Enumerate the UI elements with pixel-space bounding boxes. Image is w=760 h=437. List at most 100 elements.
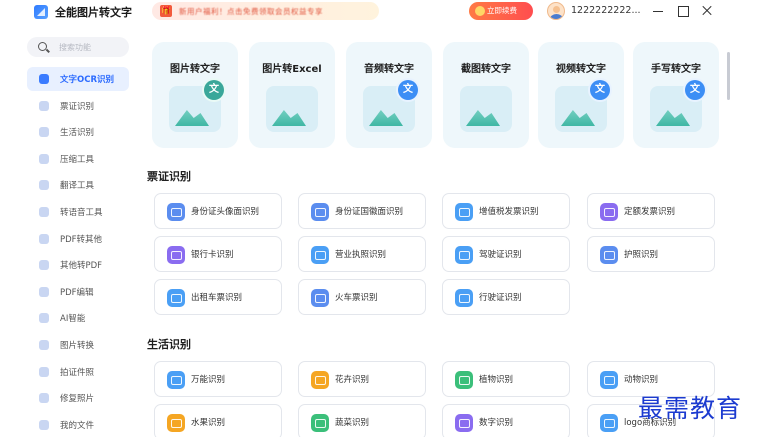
app-title: 全能图片转文字 — [55, 6, 132, 19]
sidebar-item[interactable]: PDF编辑 — [27, 280, 129, 304]
close-icon[interactable] — [699, 3, 715, 19]
sidebar-item[interactable]: AI智能 — [27, 306, 129, 330]
feature-button[interactable]: 出租车票识别 — [154, 279, 282, 315]
sidebar-item[interactable]: PDF转其他 — [27, 227, 129, 251]
feature-icon — [167, 203, 185, 221]
feature-label: 行驶证识别 — [479, 293, 522, 303]
vip-label: 立即续费 — [487, 6, 517, 15]
section-title: 票证识别 — [147, 170, 191, 183]
feature-label: 火车票识别 — [335, 293, 378, 303]
feature-button[interactable]: 身份证国徽面识别 — [298, 193, 426, 229]
tool-card-title: 手写转文字 — [651, 64, 701, 75]
feature-button[interactable]: 植物识别 — [442, 361, 570, 397]
sidebar-item[interactable]: 拍证件照 — [27, 360, 129, 384]
avatar[interactable] — [547, 2, 565, 20]
feature-button[interactable]: 数字识别 — [442, 404, 570, 437]
feature-icon — [311, 414, 329, 432]
gift-icon: 🎁 — [160, 5, 172, 17]
feature-icon — [311, 289, 329, 307]
feature-button[interactable]: 万能识别 — [154, 361, 282, 397]
feature-icon — [600, 414, 618, 432]
tool-card[interactable]: 截图转文字 — [443, 42, 529, 148]
username[interactable]: 1222222222... — [571, 5, 641, 16]
feature-icon — [455, 371, 473, 389]
vip-button[interactable]: 立即续费 — [469, 2, 533, 20]
feature-button[interactable]: 火车票识别 — [298, 279, 426, 315]
sidebar-item[interactable]: 压缩工具 — [27, 147, 129, 171]
sidebar-item[interactable]: 其他转PDF — [27, 253, 129, 277]
tool-card-title: 图片转文字 — [170, 64, 220, 75]
sidebar-item-icon — [39, 366, 49, 377]
feature-icon — [311, 203, 329, 221]
tool-card-title: 音频转文字 — [364, 64, 414, 75]
sidebar-item-label: PDF转其他 — [60, 234, 103, 245]
tool-illustration-icon — [266, 86, 318, 132]
text-badge-icon: 文 — [590, 80, 610, 100]
feature-button[interactable]: 花卉识别 — [298, 361, 426, 397]
feature-button[interactable]: 营业执照识别 — [298, 236, 426, 272]
sidebar-item-icon — [39, 127, 49, 138]
feature-label: 定额发票识别 — [624, 207, 676, 217]
feature-icon — [600, 203, 618, 221]
sidebar-item[interactable]: 生活识别 — [27, 120, 129, 144]
sidebar-item-icon — [39, 340, 49, 350]
sidebar-item-icon — [39, 153, 49, 164]
title-bar: 全能图片转文字 🎁 新用户福利！点击免费领取会员权益专享 立即续费 122222… — [0, 0, 760, 26]
sidebar-item-icon — [39, 100, 49, 111]
sidebar-item-icon — [39, 74, 49, 84]
feature-button[interactable]: 驾驶证识别 — [442, 236, 570, 272]
feature-label: 营业执照识别 — [335, 250, 387, 260]
sidebar-item-icon — [39, 233, 49, 244]
sidebar-item[interactable]: 转语音工具 — [27, 200, 129, 224]
feature-button[interactable]: 增值税发票识别 — [442, 193, 570, 229]
sidebar-item-icon — [39, 313, 49, 324]
feature-icon — [167, 289, 185, 307]
promo-banner[interactable]: 🎁 新用户福利！点击免费领取会员权益专享 — [152, 2, 379, 20]
tool-card[interactable]: 图片转文字文 — [152, 42, 238, 148]
sidebar-item-icon — [39, 419, 49, 430]
feature-button[interactable]: 身份证头像面识别 — [154, 193, 282, 229]
sidebar-item[interactable]: 修复照片 — [27, 386, 129, 410]
sidebar-item-label: 我的文件 — [60, 420, 95, 431]
feature-label: 驾驶证识别 — [479, 250, 522, 260]
sidebar-item-icon — [39, 260, 49, 271]
feature-label: 万能识别 — [191, 375, 226, 385]
feature-button[interactable]: 水果识别 — [154, 404, 282, 437]
tool-card[interactable]: 图片转Excel — [249, 42, 335, 148]
sidebar-item-label: PDF编辑 — [60, 287, 94, 298]
section-title: 生活识别 — [147, 338, 191, 351]
feature-button[interactable]: 护照识别 — [587, 236, 715, 272]
sidebar: 搜索功能 文字OCR识别票证识别生活识别压缩工具 翻译工具转语音工具 PDF转其他其… — [0, 26, 140, 437]
tool-card[interactable]: 手写转文字文 — [633, 42, 719, 148]
minimize-icon[interactable] — [650, 3, 666, 19]
feature-label: 动物识别 — [624, 375, 659, 385]
scrollbar[interactable] — [727, 52, 730, 100]
search-placeholder: 搜索功能 — [59, 43, 91, 52]
feature-button[interactable]: 蔬菜识别 — [298, 404, 426, 437]
sidebar-item[interactable]: 票证识别 — [27, 94, 129, 118]
maximize-icon[interactable] — [675, 3, 691, 19]
feature-button[interactable]: 银行卡识别 — [154, 236, 282, 272]
feature-icon — [455, 203, 473, 221]
search-input[interactable]: 搜索功能 — [27, 37, 129, 57]
sidebar-item[interactable]: 文字OCR识别 — [27, 67, 129, 91]
tool-card-title: 截图转文字 — [461, 64, 511, 75]
text-badge-icon: 文 — [685, 80, 705, 100]
sidebar-item[interactable]: 图片转换 — [27, 333, 129, 357]
sidebar-item-icon — [39, 180, 49, 191]
promo-text: 新用户福利！点击免费领取会员权益专享 — [179, 7, 323, 16]
tool-illustration-icon: 文 — [650, 80, 705, 132]
sidebar-item[interactable]: 我的文件 — [27, 413, 129, 437]
feature-button[interactable]: 行驶证识别 — [442, 279, 570, 315]
tool-card[interactable]: 音频转文字文 — [346, 42, 432, 148]
tool-illustration-icon: 文 — [363, 80, 418, 132]
tool-illustration-icon: 文 — [169, 80, 224, 132]
sidebar-item[interactable]: 翻译工具 — [27, 173, 129, 197]
sidebar-item-label: 票证识别 — [60, 101, 95, 112]
tool-card-title: 图片转Excel — [262, 64, 322, 75]
tool-card[interactable]: 视频转文字文 — [538, 42, 624, 148]
feature-label: 银行卡识别 — [191, 250, 234, 260]
sidebar-item-label: 拍证件照 — [60, 367, 95, 378]
feature-label: 身份证头像面识别 — [191, 207, 260, 217]
feature-button[interactable]: 定额发票识别 — [587, 193, 715, 229]
